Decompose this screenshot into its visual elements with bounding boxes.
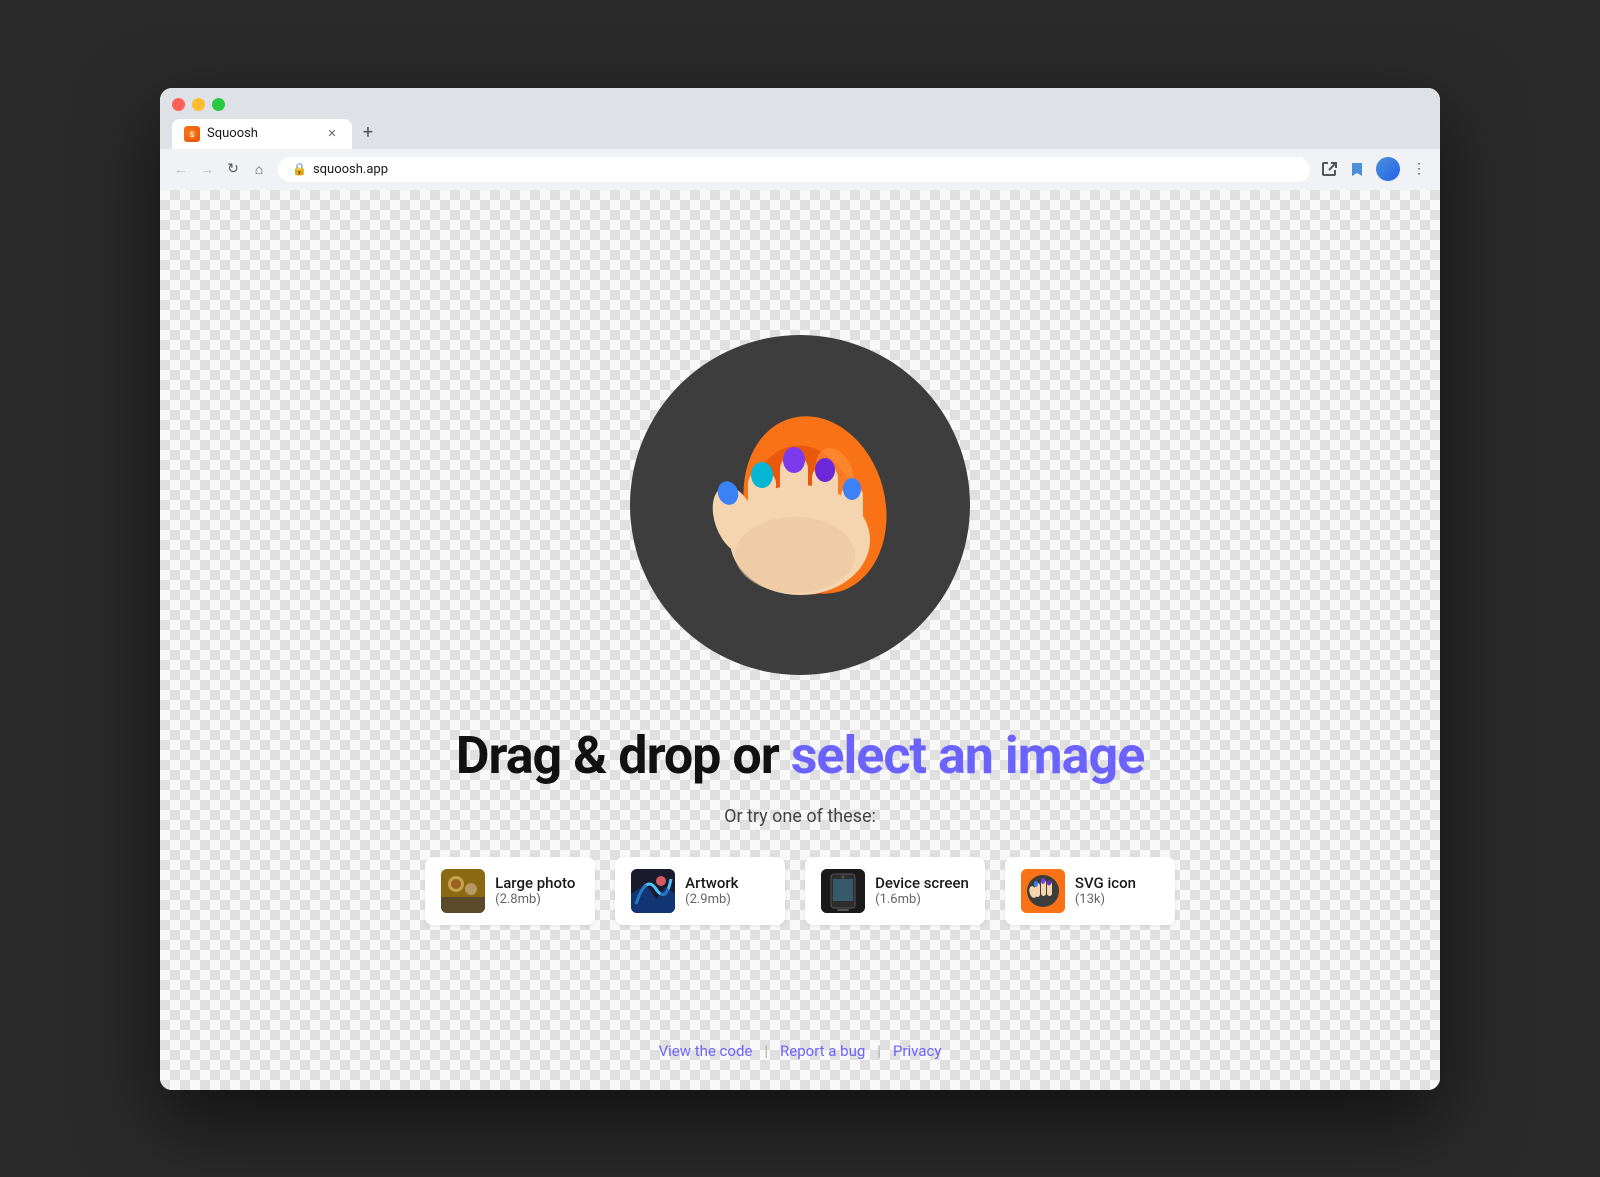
back-button[interactable]: ←: [172, 160, 190, 178]
reload-button[interactable]: ↻: [224, 160, 242, 178]
tab-favicon: S: [184, 126, 200, 142]
sample-device-screen-size: (1.6mb): [875, 892, 969, 907]
sample-device-screen-name: Device screen: [875, 874, 969, 892]
tab-title: Squoosh: [207, 126, 317, 141]
footer-links: View the code | Report a bug | Privacy: [659, 1042, 942, 1060]
address-text: squoosh.app: [313, 162, 388, 177]
report-bug-link[interactable]: Report a bug: [780, 1042, 865, 1060]
tab-close-button[interactable]: ✕: [324, 126, 340, 142]
lock-icon: 🔒: [292, 162, 307, 176]
new-tab-button[interactable]: +: [354, 119, 382, 147]
subheadline: Or try one of these:: [724, 806, 876, 827]
sample-svg-icon-name: SVG icon: [1075, 874, 1136, 892]
open-external-icon[interactable]: [1320, 160, 1338, 178]
sample-svg-icon[interactable]: SVG icon (13k): [1005, 857, 1175, 925]
sample-artwork-name: Artwork: [685, 874, 738, 892]
logo-circle: [630, 335, 970, 675]
browser-addressbar: ← → ↻ ⌂ 🔒 squoosh.app ⋮: [160, 149, 1440, 190]
address-bar[interactable]: 🔒 squoosh.app: [278, 157, 1310, 182]
forward-button[interactable]: →: [198, 160, 216, 178]
main-headline: Drag & drop or select an image: [456, 725, 1145, 786]
sample-thumb-artwork: [631, 869, 675, 913]
browser-actions: ⋮: [1320, 157, 1428, 181]
nav-buttons: ← → ↻ ⌂: [172, 160, 268, 178]
sample-thumb-svg: [1021, 869, 1065, 913]
sample-device-screen[interactable]: Device screen (1.6mb): [805, 857, 985, 925]
tab-bar: S Squoosh ✕ +: [172, 119, 1428, 149]
browser-titlebar: S Squoosh ✕ +: [160, 88, 1440, 149]
sample-large-photo-size: (2.8mb): [495, 892, 575, 907]
close-button[interactable]: [172, 98, 185, 111]
svg-text:S: S: [190, 131, 195, 139]
samples-row: Large photo (2.8mb) Artwork (2.9mb): [425, 857, 1175, 925]
headline-static: Drag & drop or: [456, 725, 779, 786]
active-tab[interactable]: S Squoosh ✕: [172, 119, 352, 149]
footer-divider-1: |: [764, 1042, 768, 1060]
menu-icon[interactable]: ⋮: [1410, 160, 1428, 178]
sample-svg-icon-size: (13k): [1075, 892, 1136, 907]
privacy-link[interactable]: Privacy: [893, 1042, 941, 1060]
footer-divider-2: |: [877, 1042, 881, 1060]
sample-thumb-device: [821, 869, 865, 913]
select-image-link[interactable]: select an image: [791, 725, 1145, 786]
page-content[interactable]: Drag & drop or select an image Or try on…: [160, 190, 1440, 1090]
hand-illustration: [660, 365, 940, 645]
maximize-button[interactable]: [212, 98, 225, 111]
minimize-button[interactable]: [192, 98, 205, 111]
sample-large-photo-name: Large photo: [495, 874, 575, 892]
sample-thumb-large-photo: [441, 869, 485, 913]
view-code-link[interactable]: View the code: [659, 1042, 753, 1060]
sample-artwork-size: (2.9mb): [685, 892, 738, 907]
sample-artwork-info: Artwork (2.9mb): [685, 874, 738, 907]
sample-device-screen-info: Device screen (1.6mb): [875, 874, 969, 907]
sample-artwork[interactable]: Artwork (2.9mb): [615, 857, 785, 925]
sample-svg-icon-info: SVG icon (13k): [1075, 874, 1136, 907]
browser-window: S Squoosh ✕ + ← → ↻ ⌂ 🔒 squoosh.app: [160, 88, 1440, 1090]
browser-controls: [172, 98, 1428, 111]
traffic-lights: [172, 98, 225, 111]
user-avatar[interactable]: [1376, 157, 1400, 181]
sample-large-photo[interactable]: Large photo (2.8mb): [425, 857, 595, 925]
sample-large-photo-info: Large photo (2.8mb): [495, 874, 575, 907]
bookmark-icon[interactable]: [1348, 160, 1366, 178]
home-button[interactable]: ⌂: [250, 160, 268, 178]
